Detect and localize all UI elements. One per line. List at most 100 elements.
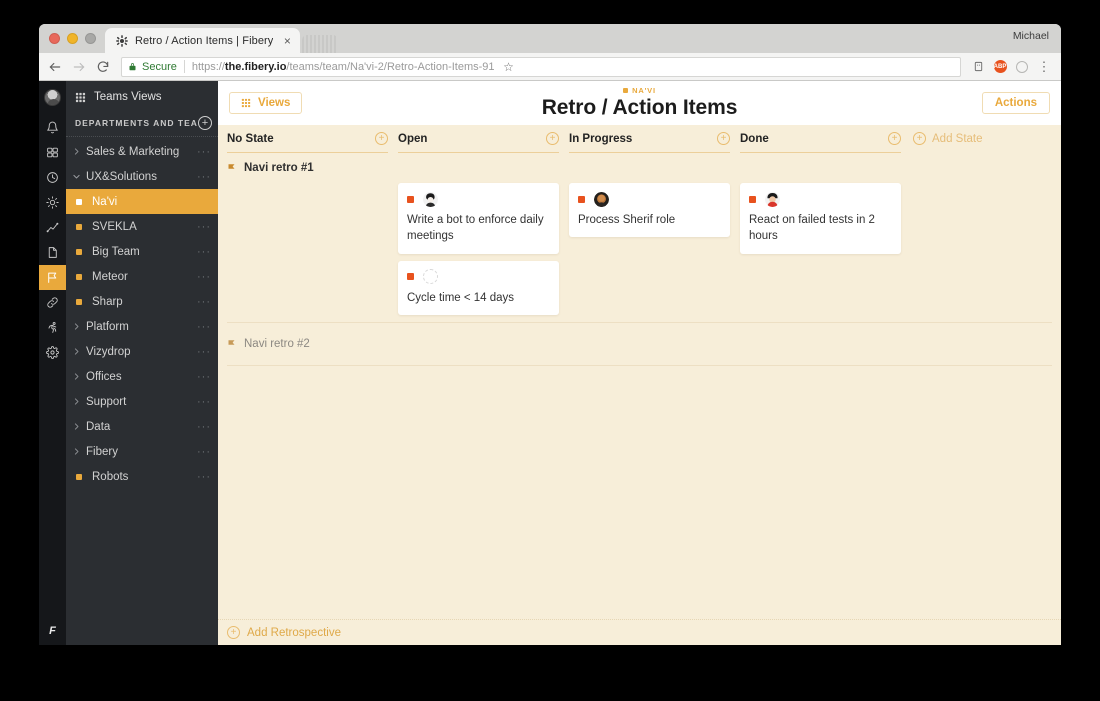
add-retrospective-button[interactable]: + Add Retrospective — [218, 619, 1061, 645]
sidebar-item-menu-icon[interactable]: ··· — [197, 396, 211, 408]
swimlane-cell[interactable]: React on failed tests in 2 hours — [740, 183, 911, 254]
back-icon[interactable] — [45, 57, 65, 77]
user-avatar[interactable] — [44, 89, 61, 106]
add-card-button[interactable]: + — [888, 132, 901, 145]
avatar-empty[interactable] — [423, 269, 438, 284]
browser-tab-active[interactable]: Retro / Action Items | Fibery × — [105, 28, 300, 53]
sidebar-item-sales-marketing[interactable]: Sales & Marketing··· — [66, 139, 218, 164]
browser-profile-name[interactable]: Michael — [1013, 30, 1049, 42]
actions-button-label: Actions — [995, 97, 1037, 109]
running-icon[interactable] — [39, 315, 66, 340]
board-card[interactable]: React on failed tests in 2 hours — [740, 183, 901, 254]
sidebar-item-offices[interactable]: Offices··· — [66, 364, 218, 389]
chevron-right-icon[interactable] — [66, 347, 86, 356]
flag-icon[interactable] — [39, 265, 66, 290]
sidebar-item-robots[interactable]: Robots··· — [66, 464, 218, 489]
add-department-button[interactable]: + — [198, 116, 212, 130]
plus-icon: + — [913, 132, 926, 145]
swimlane-header[interactable]: Navi retro #1 — [218, 162, 1061, 183]
extension-orange-icon[interactable]: ABP — [991, 58, 1009, 76]
sidebar-item-fibery[interactable]: Fibery··· — [66, 439, 218, 464]
sidebar-item-menu-icon[interactable]: ··· — [197, 171, 211, 183]
sidebar-item-meteor[interactable]: Meteor··· — [66, 264, 218, 289]
add-card-button[interactable]: + — [546, 132, 559, 145]
avatar-dark-hair[interactable] — [423, 192, 438, 207]
chevron-right-icon[interactable] — [66, 322, 86, 331]
browser-tabstrip: Retro / Action Items | Fibery × Michael — [39, 24, 1061, 53]
add-card-button[interactable]: + — [717, 132, 730, 145]
views-button[interactable]: Views — [229, 92, 302, 114]
swimlane-header[interactable]: Navi retro #2 — [218, 338, 1061, 359]
browser-menu-icon[interactable]: ⋮ — [1035, 58, 1053, 76]
board-card[interactable]: Write a bot to enforce daily meetings — [398, 183, 559, 254]
chevron-right-icon[interactable] — [66, 147, 86, 156]
avatar-red[interactable] — [765, 192, 780, 207]
board-empty-space — [218, 366, 1061, 619]
sidebar-item-menu-icon[interactable]: ··· — [197, 421, 211, 433]
sidebar-item-menu-icon[interactable]: ··· — [197, 271, 211, 283]
sidebar-item-menu-icon[interactable]: ··· — [197, 346, 211, 358]
chart-icon[interactable] — [39, 215, 66, 240]
close-tab-button[interactable]: × — [280, 34, 294, 48]
priority-marker-icon — [578, 196, 585, 203]
chevron-right-icon[interactable] — [66, 422, 86, 431]
close-window-button[interactable] — [49, 33, 60, 44]
link-icon[interactable] — [39, 290, 66, 315]
sidebar-item-label: Big Team — [92, 246, 197, 258]
secure-label: Secure — [142, 61, 177, 73]
sidebar-item-menu-icon[interactable]: ··· — [197, 321, 211, 333]
board-card[interactable]: Process Sherif role — [569, 183, 730, 237]
bookmark-star-icon[interactable]: ☆ — [500, 58, 518, 76]
priority-marker-icon — [407, 196, 414, 203]
gear-icon[interactable] — [39, 340, 66, 365]
sidebar-item-menu-icon[interactable]: ··· — [197, 471, 211, 483]
team-bullet-icon — [66, 474, 92, 480]
sidebar-item-teams-views[interactable]: Teams Views — [66, 86, 218, 110]
chevron-down-icon[interactable] — [66, 172, 86, 181]
sidebar-item-na-vi[interactable]: Na'vi — [66, 189, 218, 214]
reload-icon[interactable] — [93, 57, 113, 77]
add-card-button[interactable]: + — [375, 132, 388, 145]
sidebar-item-menu-icon[interactable]: ··· — [197, 446, 211, 458]
chevron-right-icon[interactable] — [66, 397, 86, 406]
avatar-brown[interactable] — [594, 192, 609, 207]
sidebar-item-menu-icon[interactable]: ··· — [197, 296, 211, 308]
notifications-icon[interactable] — [39, 115, 66, 140]
sidebar-item-big-team[interactable]: Big Team··· — [66, 239, 218, 264]
view-toolbar: Views NA'VI Retro / Action Items Actions — [218, 81, 1061, 125]
new-tab-placeholder[interactable] — [302, 35, 338, 53]
sidebar-item-menu-icon[interactable]: ··· — [197, 246, 211, 258]
fibery-logo-icon[interactable]: F — [45, 623, 61, 639]
swimlane-cell[interactable]: Write a bot to enforce daily meetings Cyc… — [398, 183, 569, 315]
url-bar[interactable]: Secure https://the.fibery.io/teams/team/… — [121, 57, 961, 77]
sidebar-item-svekla[interactable]: SVEKLA··· — [66, 214, 218, 239]
history-icon[interactable] — [39, 165, 66, 190]
document-icon[interactable] — [39, 240, 66, 265]
maximize-window-button[interactable] — [85, 33, 96, 44]
forward-icon — [69, 57, 89, 77]
sidebar-item-data[interactable]: Data··· — [66, 414, 218, 439]
swimlane-cell[interactable]: Process Sherif role — [569, 183, 740, 237]
sidebar-item-platform[interactable]: Platform··· — [66, 314, 218, 339]
chevron-right-icon[interactable] — [66, 447, 86, 456]
actions-button[interactable]: Actions — [982, 92, 1050, 114]
sidebar-item-menu-icon[interactable]: ··· — [197, 371, 211, 383]
sidebar-item-menu-icon[interactable]: ··· — [197, 146, 211, 158]
minimize-window-button[interactable] — [67, 33, 78, 44]
sidebar-item-sharp[interactable]: Sharp··· — [66, 289, 218, 314]
board-card[interactable]: Cycle time < 14 days — [398, 261, 559, 315]
breadcrumb[interactable]: NA'VI — [623, 86, 656, 95]
extension-puzzle-icon[interactable] — [969, 58, 987, 76]
card-header — [578, 191, 721, 207]
apps-grid-icon[interactable] — [39, 140, 66, 165]
fibery-logo-icon — [115, 34, 128, 47]
swimlane-title: Navi retro #2 — [244, 338, 310, 350]
add-state-button[interactable]: +Add State — [911, 132, 983, 145]
sidebar-item-support[interactable]: Support··· — [66, 389, 218, 414]
sun-icon[interactable] — [39, 190, 66, 215]
chevron-right-icon[interactable] — [66, 372, 86, 381]
sidebar-item-vizydrop[interactable]: Vizydrop··· — [66, 339, 218, 364]
extension-circle-icon[interactable] — [1013, 58, 1031, 76]
sidebar-item-menu-icon[interactable]: ··· — [197, 221, 211, 233]
sidebar-item-ux-solutions[interactable]: UX&Solutions··· — [66, 164, 218, 189]
